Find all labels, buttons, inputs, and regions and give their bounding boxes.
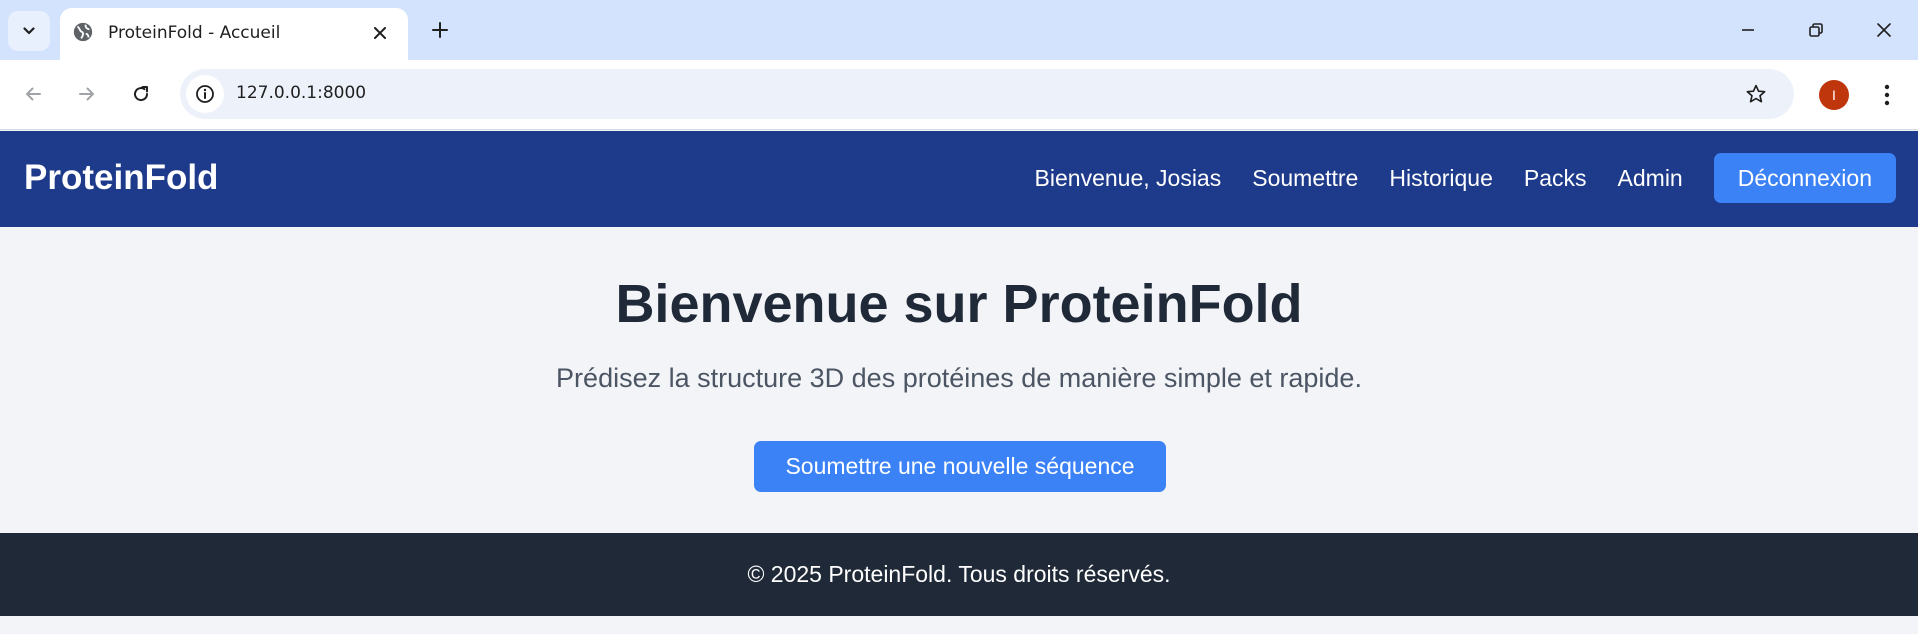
tab-close-button[interactable] (366, 19, 394, 47)
star-icon (1746, 84, 1766, 103)
bookmark-button[interactable] (1740, 78, 1772, 110)
close-icon (374, 27, 386, 39)
browser-tab-active[interactable]: ProteinFold - Accueil (60, 8, 408, 60)
page-subtitle: Prédisez la structure 3D des protéines d… (556, 363, 1362, 393)
nav-admin[interactable]: Admin (1618, 165, 1683, 192)
nav-packs[interactable]: Packs (1524, 165, 1587, 192)
tab-search-button[interactable] (8, 11, 50, 51)
address-bar[interactable]: 127.0.0.1:8000 (180, 69, 1794, 119)
footer-copyright: © 2025 ProteinFold. Tous droits réservés… (747, 561, 1171, 587)
back-button[interactable] (15, 76, 51, 112)
logout-button[interactable]: Déconnexion (1713, 153, 1896, 203)
more-vertical-icon (1884, 84, 1890, 106)
new-tab-button[interactable] (424, 14, 456, 46)
reload-button[interactable] (123, 76, 159, 112)
site-info-button[interactable] (186, 75, 224, 113)
main-nav: Bienvenue, Josias Soumettre Historique P… (1035, 153, 1896, 203)
forward-button[interactable] (69, 76, 105, 112)
globe-icon (73, 22, 93, 42)
reload-icon (134, 86, 149, 102)
restore-icon (1809, 23, 1823, 37)
tab-title: ProteinFold - Accueil (108, 23, 281, 43)
submit-sequence-button[interactable]: Soumettre une nouvelle séquence (754, 441, 1166, 492)
profile-avatar[interactable]: I (1819, 80, 1849, 110)
nav-welcome[interactable]: Bienvenue, Josias (1035, 165, 1222, 192)
url-text[interactable]: 127.0.0.1:8000 (236, 83, 366, 103)
page-title: Bienvenue sur ProteinFold (615, 274, 1303, 334)
browser-toolbar: 127.0.0.1:8000 I (0, 60, 1918, 130)
browser-menu-button[interactable] (1872, 78, 1902, 112)
page-bottom-spacer (0, 616, 1918, 634)
plus-icon (432, 22, 448, 38)
site-footer: © 2025 ProteinFold. Tous droits réservés… (0, 533, 1918, 616)
chevron-down-icon (23, 27, 35, 35)
close-window-button[interactable] (1862, 10, 1906, 50)
brand-logo[interactable]: ProteinFold (24, 158, 218, 198)
minimize-button[interactable] (1726, 10, 1770, 50)
arrow-left-icon (26, 87, 41, 101)
info-icon (196, 85, 214, 103)
nav-submit[interactable]: Soumettre (1252, 165, 1358, 192)
nav-history[interactable]: Historique (1389, 165, 1493, 192)
close-icon (1877, 23, 1891, 37)
minimize-icon (1742, 29, 1754, 31)
site-header: ProteinFold Bienvenue, Josias Soumettre … (0, 131, 1918, 227)
browser-tab-strip: ProteinFold - Accueil (0, 0, 1918, 60)
arrow-right-icon (79, 87, 94, 101)
restore-button[interactable] (1794, 10, 1838, 50)
